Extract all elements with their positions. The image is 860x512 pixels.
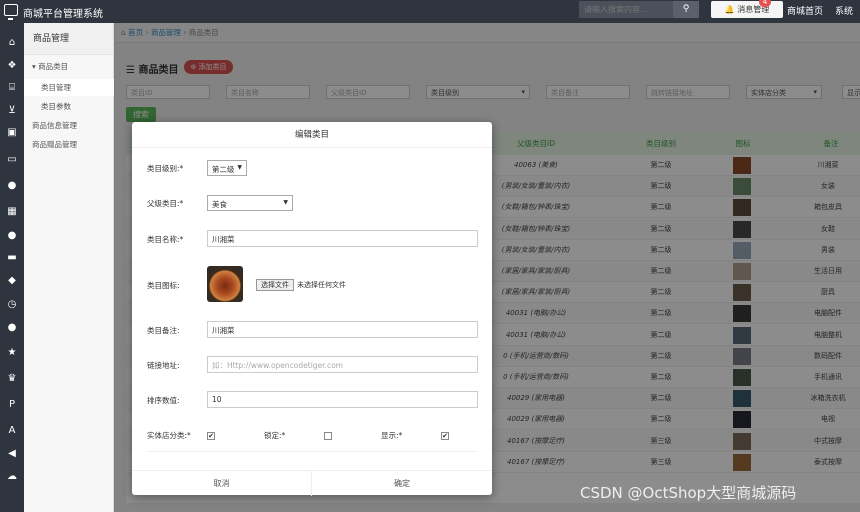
check-icon: ✔	[442, 432, 448, 440]
message-button[interactable]: 🔔 消息管理	[711, 1, 783, 18]
truck-icon[interactable]: ▬	[5, 252, 19, 264]
file-status: 未选择任何文件	[297, 281, 346, 289]
calculator-icon[interactable]: ▦	[5, 206, 19, 218]
search-input[interactable]	[579, 1, 673, 18]
sidebar-item-goods-gift[interactable]: 商品赠品管理	[24, 136, 114, 153]
link-label: 链接地址:	[147, 361, 180, 370]
sidebar-item-category-params[interactable]: 类目参数	[24, 98, 114, 115]
volume-icon[interactable]: ◀	[5, 448, 19, 460]
name-input[interactable]: 川湘菜	[207, 230, 478, 247]
user-icon[interactable]: ●	[5, 180, 19, 192]
sidebar-item-goods-info[interactable]: 商品信息管理	[24, 117, 114, 134]
icon-label: 类目图标:	[147, 281, 180, 290]
thumbs-icon[interactable]: ◆	[5, 275, 19, 287]
icon-nav-bar: ⌂ ❖ ⌸ ⊻ ▣ ▭ ● ▦ ● ▬ ◆ ◷ ● ★ ♛ P A ◀ ☁	[0, 23, 24, 512]
edit-category-dialog: 编辑类目 类目级别:* 第二级 父级类目:* 美食 类目名称:* 川湘菜 类目图…	[132, 122, 492, 496]
show-checkbox[interactable]: ✔	[441, 432, 449, 440]
star-icon[interactable]: ★	[5, 347, 19, 359]
watermark-text: CSDN @OctShop大型商城源码	[580, 484, 797, 502]
users-icon[interactable]: ●	[5, 322, 19, 334]
cancel-button[interactable]: 取消	[132, 471, 312, 496]
system-link[interactable]: 系统	[835, 4, 853, 17]
level-select[interactable]: 第二级	[207, 160, 247, 176]
parent-select[interactable]: 美食	[207, 195, 293, 211]
confirm-button[interactable]: 确定	[312, 471, 492, 496]
sidebar: 商品管理 ▾ 商品类目 类目管理 类目参数 商品信息管理 商品赠品管理	[24, 23, 114, 512]
level-label: 类目级别:*	[147, 164, 184, 173]
monitor-icon	[4, 4, 18, 20]
remark-input[interactable]: 川湘菜	[207, 321, 478, 338]
name-label: 类目名称:*	[147, 235, 184, 244]
order-input[interactable]: 10	[207, 391, 478, 408]
trophy-icon[interactable]: ♛	[5, 373, 19, 385]
sidebar-header: 商品管理	[24, 23, 113, 55]
comment-icon[interactable]: ●	[5, 230, 19, 242]
parent-label: 父级类目:*	[147, 199, 184, 208]
lock-checkbox[interactable]	[324, 432, 332, 440]
paypal-icon[interactable]: P	[5, 399, 19, 411]
store-checkbox[interactable]: ✔	[207, 432, 215, 440]
font-icon[interactable]: A	[5, 425, 19, 437]
show-label: 显示:*	[381, 431, 403, 440]
sidebar-item-category[interactable]: ▾ 商品类目	[24, 58, 114, 75]
bank-icon[interactable]: ⌸	[5, 82, 19, 94]
clock-icon[interactable]: ◷	[5, 299, 19, 311]
dialog-footer: 取消 确定	[132, 470, 492, 496]
gift-icon[interactable]: ▣	[5, 127, 19, 139]
app-title: 商城平台管理系统	[23, 9, 103, 20]
top-bar: 商城平台管理系统 ⚲ 🔔 消息管理 4 商城首页 系统	[0, 0, 860, 23]
home-icon[interactable]: ⌂	[5, 37, 19, 49]
search-icon: ⚲	[682, 4, 690, 14]
search-button[interactable]: ⚲	[673, 1, 699, 18]
money-icon[interactable]: ▭	[5, 154, 19, 166]
store-label: 实体店分类:*	[147, 431, 191, 440]
cart-icon[interactable]: ⊻	[5, 105, 19, 117]
link-input[interactable]: 如：Http://www.opencodetiger.com	[207, 356, 478, 373]
choose-file-button[interactable]: 选择文件	[256, 279, 294, 291]
order-label: 排序数值:	[147, 396, 180, 405]
dialog-title: 编辑类目	[132, 122, 492, 148]
lock-label: 锁定:*	[264, 431, 286, 440]
check-icon: ✔	[208, 432, 214, 440]
cubes-icon[interactable]: ❖	[5, 60, 19, 72]
remark-label: 类目备注:	[147, 326, 180, 335]
mall-home-link[interactable]: 商城首页	[787, 4, 823, 17]
cloud-icon[interactable]: ☁	[5, 471, 19, 483]
category-icon-preview	[207, 266, 243, 302]
divider	[147, 451, 477, 452]
sidebar-item-category-manage[interactable]: 类目管理	[24, 79, 114, 96]
